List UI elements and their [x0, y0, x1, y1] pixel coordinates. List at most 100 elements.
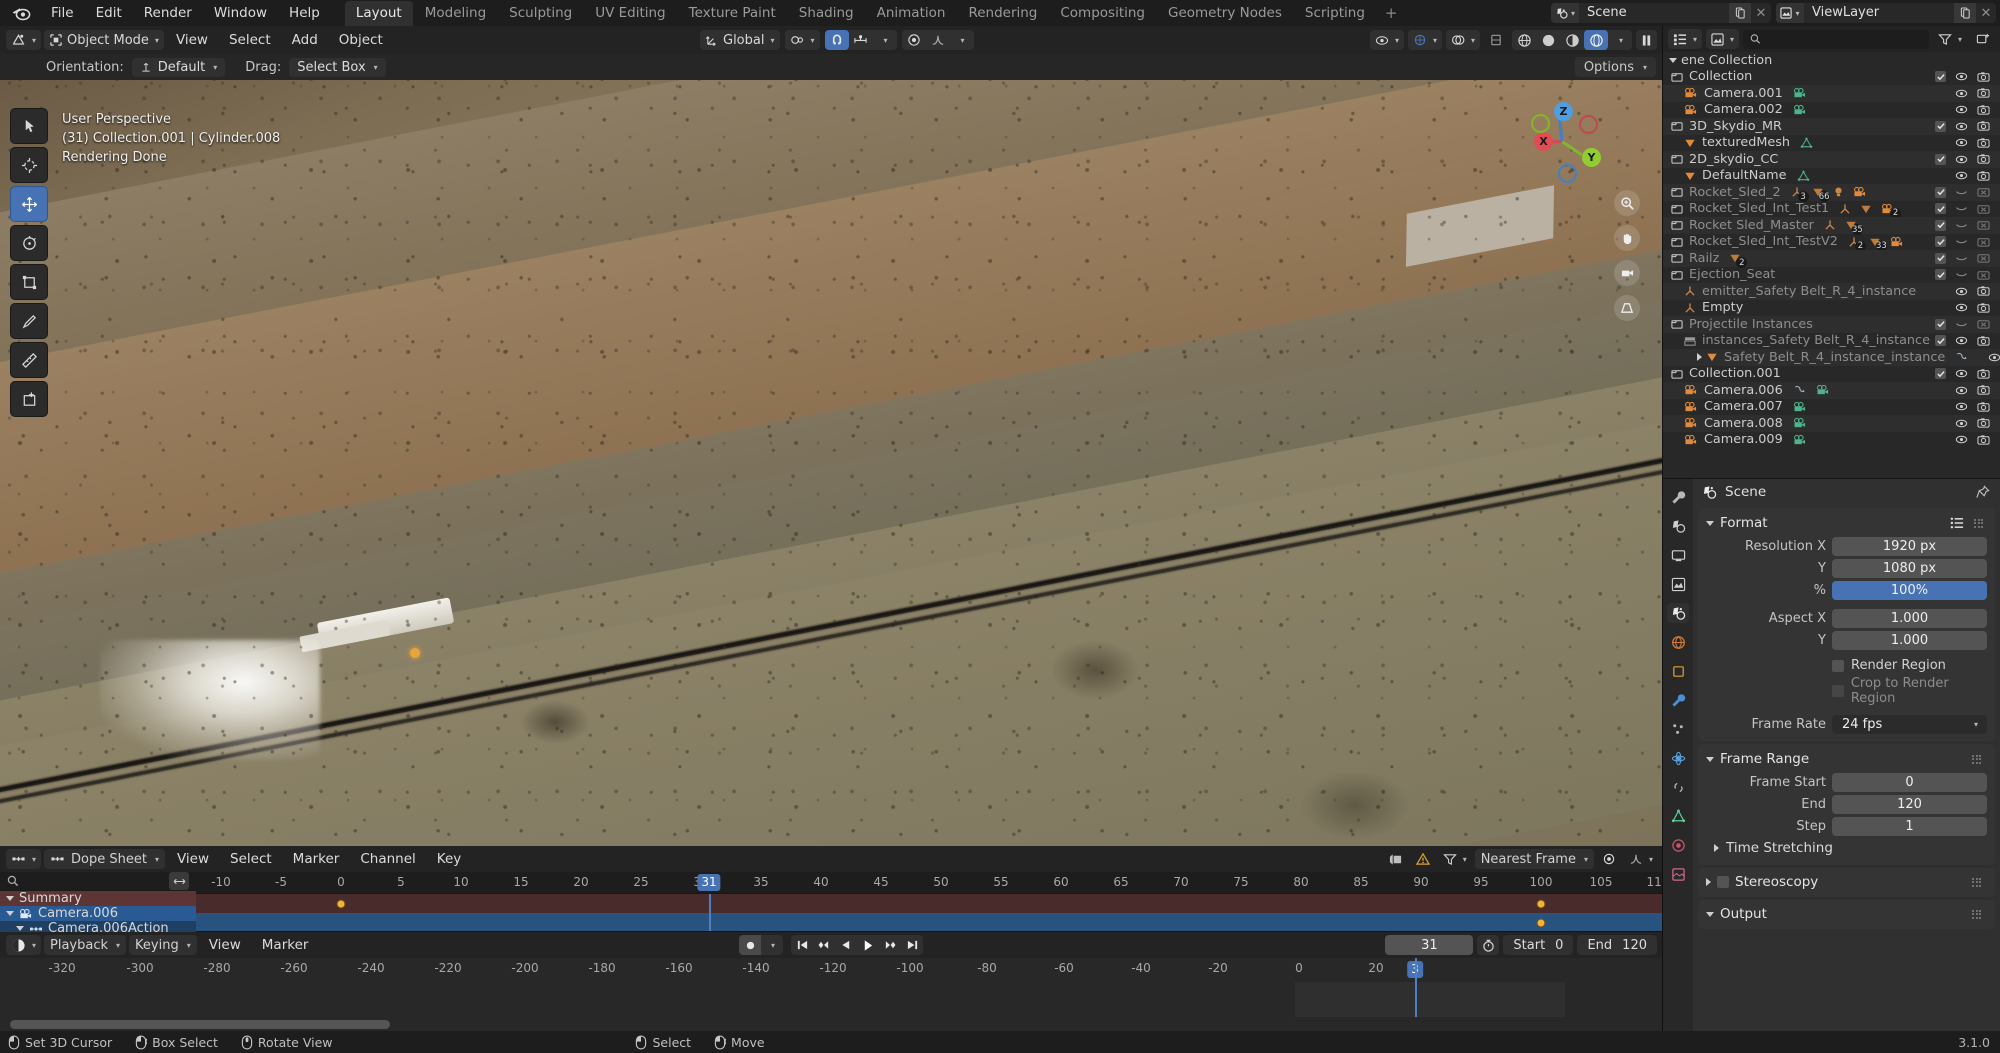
solid-shading-icon[interactable]: [1536, 30, 1560, 50]
viewport-menu-select[interactable]: Select: [220, 30, 280, 50]
rendered-shading-icon[interactable]: [1584, 30, 1608, 50]
expand-triangle-icon[interactable]: [1669, 57, 1677, 63]
dopesheet-menu-channel[interactable]: Channel: [351, 849, 424, 869]
render-camera-off-icon[interactable]: [1977, 186, 1990, 198]
properties-tab-material[interactable]: [1667, 835, 1689, 855]
properties-tab-world[interactable]: [1667, 632, 1689, 652]
scale-tool-icon[interactable]: [10, 264, 48, 300]
scrollbar-thumb[interactable]: [10, 1020, 390, 1029]
properties-tab-constraints[interactable]: [1667, 777, 1689, 797]
outliner-new-collection-icon[interactable]: [1971, 29, 1995, 49]
properties-tab-output[interactable]: [1667, 545, 1689, 565]
workspace-tab-rendering[interactable]: Rendering: [957, 1, 1048, 26]
frame-rate-dropdown[interactable]: 24 fps ▾: [1832, 714, 1987, 734]
tweak-tool-icon[interactable]: [10, 108, 48, 144]
outliner-tree[interactable]: ene Collection Collection Camera.001 Camer…: [1663, 52, 2000, 478]
outliner-exclude-checkbox[interactable]: [1935, 186, 1946, 198]
eye-closed-icon[interactable]: [1955, 236, 1968, 247]
properties-tab-physics[interactable]: [1667, 748, 1689, 768]
jump-to-start-button[interactable]: [791, 935, 813, 955]
render-camera-icon[interactable]: [1977, 104, 1990, 116]
workspace-tab-texture-paint[interactable]: Texture Paint: [678, 1, 787, 26]
dopesheet-playhead[interactable]: [709, 894, 711, 931]
eye-closed-icon[interactable]: [1955, 319, 1968, 330]
frame-step-field[interactable]: 1: [1832, 816, 1987, 836]
toggle-perspective-icon[interactable]: [1614, 295, 1640, 321]
outliner-exclude-checkbox[interactable]: [1935, 236, 1946, 248]
transform-orientation-selector[interactable]: Global ▾: [700, 30, 780, 50]
gizmo-axis-neg-y[interactable]: [1531, 114, 1550, 133]
resolution-x-field[interactable]: 1920 px: [1832, 536, 1987, 556]
xray-toggle[interactable]: [1484, 30, 1508, 50]
render-camera-off-icon[interactable]: [1977, 318, 1990, 330]
render-camera-icon[interactable]: [1977, 153, 1990, 165]
snap-mode-selector[interactable]: Nearest Frame ▾: [1474, 849, 1594, 869]
show-errors-icon[interactable]: [1411, 849, 1435, 869]
overlays-toggle[interactable]: ▾: [1445, 30, 1480, 50]
properties-tab-viewlayer[interactable]: [1667, 574, 1689, 594]
expand-triangle-icon[interactable]: [6, 911, 14, 916]
new-scene-button[interactable]: [1729, 3, 1751, 23]
add-workspace-button[interactable]: +: [1377, 2, 1406, 24]
presets-list-icon[interactable]: [1950, 516, 1964, 530]
zoom-icon[interactable]: [1614, 190, 1640, 216]
use-preview-range-icon[interactable]: [1477, 935, 1500, 955]
outliner-row[interactable]: Camera.006: [1663, 382, 2000, 399]
gizmo-axis-y[interactable]: Y: [1582, 148, 1601, 167]
frame-range-panel-header[interactable]: Frame Range: [1698, 748, 1995, 770]
blender-logo-icon[interactable]: [10, 4, 32, 22]
outliner-row[interactable]: Ejection_Seat: [1663, 267, 2000, 284]
snap-type-icon[interactable]: [849, 30, 873, 50]
eye-icon[interactable]: [1955, 121, 1968, 132]
outliner-row[interactable]: instances_Safety Belt_R_4_instance: [1663, 333, 2000, 350]
outliner-exclude-checkbox[interactable]: [1935, 203, 1946, 215]
expand-triangle-icon[interactable]: [16, 926, 24, 931]
eye-icon[interactable]: [1988, 352, 2000, 363]
outliner-row[interactable]: Camera.002: [1663, 102, 2000, 119]
keying-popover-button[interactable]: Keying ▾: [129, 935, 197, 955]
snap-magnet-icon[interactable]: [824, 30, 849, 50]
workspace-tab-modeling[interactable]: Modeling: [414, 1, 497, 26]
camera-view-icon[interactable]: [1614, 260, 1640, 286]
pause-render-button[interactable]: [1636, 30, 1657, 50]
outliner-row[interactable]: Safety Belt_R_4_instance_instance: [1663, 349, 2000, 366]
render-camera-icon[interactable]: [1977, 120, 1990, 132]
outliner-row[interactable]: Camera.009: [1663, 432, 2000, 449]
outliner-row[interactable]: 3D_Skydio_MR: [1663, 118, 2000, 135]
eye-icon[interactable]: [1955, 335, 1968, 346]
keyframe-row-camera006[interactable]: [196, 913, 1662, 931]
outliner-exclude-checkbox[interactable]: [1935, 71, 1946, 83]
scene-datablock[interactable]: ▾ Scene ✕: [1551, 3, 1771, 23]
auto-keying-chevron-down-icon[interactable]: ▾: [761, 935, 783, 955]
jump-to-end-button[interactable]: [901, 935, 923, 955]
outliner-row[interactable]: Camera.007: [1663, 399, 2000, 416]
outliner-row[interactable]: Collection: [1663, 69, 2000, 86]
keyframe[interactable]: [1536, 918, 1546, 927]
jump-to-next-keyframe-button[interactable]: [879, 935, 901, 955]
render-camera-off-icon[interactable]: [1977, 219, 1990, 231]
move-tool-icon[interactable]: [10, 186, 48, 222]
outliner-exclude-checkbox[interactable]: [1935, 269, 1946, 281]
eye-icon[interactable]: [1955, 286, 1968, 297]
menu-help[interactable]: Help: [278, 3, 331, 24]
viewport-menu-object[interactable]: Object: [330, 30, 392, 50]
dopesheet-keyframe-area[interactable]: -10 -5 0 5 10 15 20 25 30 35 40 45: [196, 872, 1662, 931]
menu-edit[interactable]: Edit: [85, 3, 133, 24]
timeline-body[interactable]: -320 -300 -280 -260 -240 -220 -200 -180 …: [0, 958, 1662, 1031]
render-camera-icon[interactable]: [1977, 401, 1990, 413]
dopesheet-editor-type-button[interactable]: ▾: [6, 849, 42, 869]
expand-triangle-icon[interactable]: [1706, 911, 1714, 917]
outliner-row[interactable]: texturedMesh: [1663, 135, 2000, 152]
outliner-exclude-checkbox[interactable]: [1935, 318, 1946, 330]
dopesheet-ruler[interactable]: -10 -5 0 5 10 15 20 25 30 35 40 45: [196, 872, 1662, 894]
crop-render-region-checkbox[interactable]: [1832, 685, 1844, 697]
render-camera-icon[interactable]: [1977, 368, 1990, 380]
keyframe[interactable]: [336, 899, 346, 908]
outliner-exclude-checkbox[interactable]: [1935, 153, 1946, 165]
gizmo-axis-neg-z[interactable]: [1558, 164, 1577, 183]
outliner-row[interactable]: Camera.008: [1663, 415, 2000, 432]
timeline-horizontal-scrollbar[interactable]: [0, 1020, 1662, 1029]
render-camera-icon[interactable]: [1977, 384, 1990, 396]
render-camera-icon[interactable]: [1977, 71, 1990, 83]
channel-resize-handle-icon[interactable]: [169, 872, 189, 890]
